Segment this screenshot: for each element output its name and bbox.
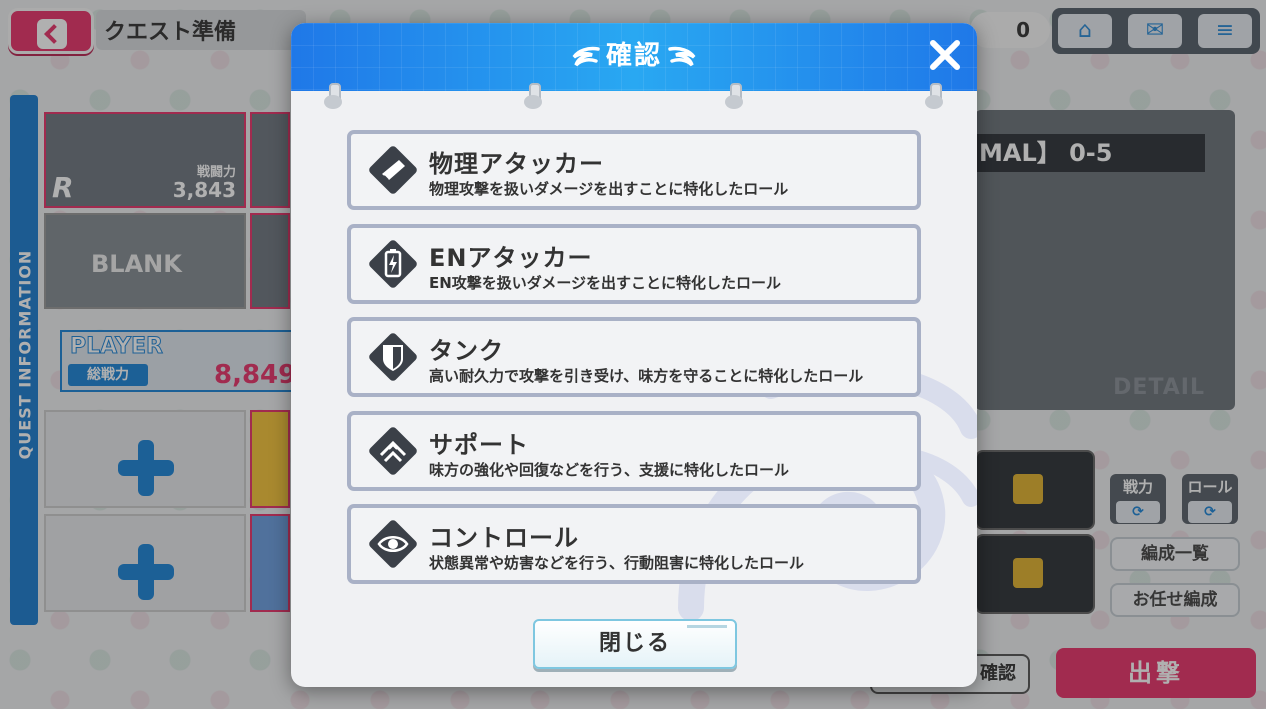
role-description: 状態異常や妨害などを行う、行動阻害に特化したロール bbox=[429, 554, 805, 572]
role-item-control: コントロール 状態異常や妨害などを行う、行動阻害に特化したロール bbox=[347, 504, 921, 584]
role-name: ENアタッカー bbox=[429, 243, 593, 272]
role-description: EN攻撃を扱いダメージを出すことに特化したロール bbox=[429, 273, 782, 292]
role-item-tank: タンク 高い耐久力で攻撃を引き受け、味方を守ることに特化したロール bbox=[347, 317, 921, 397]
modal-title: 確認 bbox=[605, 41, 662, 71]
role-info-modal: 確認 物理アタッカー 物理攻撃を扱いダメージを出すことに特化したロール ENアタ… bbox=[291, 23, 977, 687]
left-wing-icon bbox=[570, 45, 600, 69]
role-description: 高い耐久力で攻撃を引き受け、味方を守ることに特化したロール bbox=[429, 367, 864, 385]
role-name: サポート bbox=[429, 430, 529, 459]
modal-title-container: 確認 bbox=[291, 23, 977, 91]
button-decoration bbox=[687, 625, 727, 628]
modal-header: 確認 bbox=[291, 23, 977, 91]
en-attacker-icon bbox=[369, 239, 417, 288]
ring-decoration bbox=[725, 83, 743, 111]
ring-decoration bbox=[925, 83, 943, 111]
control-icon bbox=[369, 520, 417, 568]
ring-decoration bbox=[524, 83, 542, 111]
role-item-support: サポート 味方の強化や回復などを行う、支援に特化したロール bbox=[347, 410, 921, 491]
tank-icon bbox=[369, 333, 417, 381]
close-modal-label: 閉じる bbox=[598, 631, 671, 656]
support-icon bbox=[369, 426, 417, 475]
role-name: 物理アタッカー bbox=[429, 150, 604, 178]
ring-decoration bbox=[324, 83, 342, 111]
role-item-en-attacker: ENアタッカー EN攻撃を扱いダメージを出すことに特化したロール bbox=[347, 223, 921, 304]
right-wing-icon bbox=[668, 45, 698, 69]
physical-attacker-icon bbox=[369, 146, 417, 194]
close-icon[interactable] bbox=[925, 35, 965, 75]
close-modal-button[interactable]: 閉じる bbox=[533, 619, 737, 669]
role-name: コントロール bbox=[429, 524, 579, 552]
role-item-physical-attacker: 物理アタッカー 物理攻撃を扱いダメージを出すことに特化したロール bbox=[347, 130, 921, 210]
role-list: 物理アタッカー 物理攻撃を扱いダメージを出すことに特化したロール ENアタッカー… bbox=[347, 130, 921, 598]
role-description: 物理攻撃を扱いダメージを出すことに特化したロール bbox=[429, 180, 789, 198]
role-description: 味方の強化や回復などを行う、支援に特化したロール bbox=[429, 460, 790, 479]
role-name: タンク bbox=[429, 337, 504, 365]
